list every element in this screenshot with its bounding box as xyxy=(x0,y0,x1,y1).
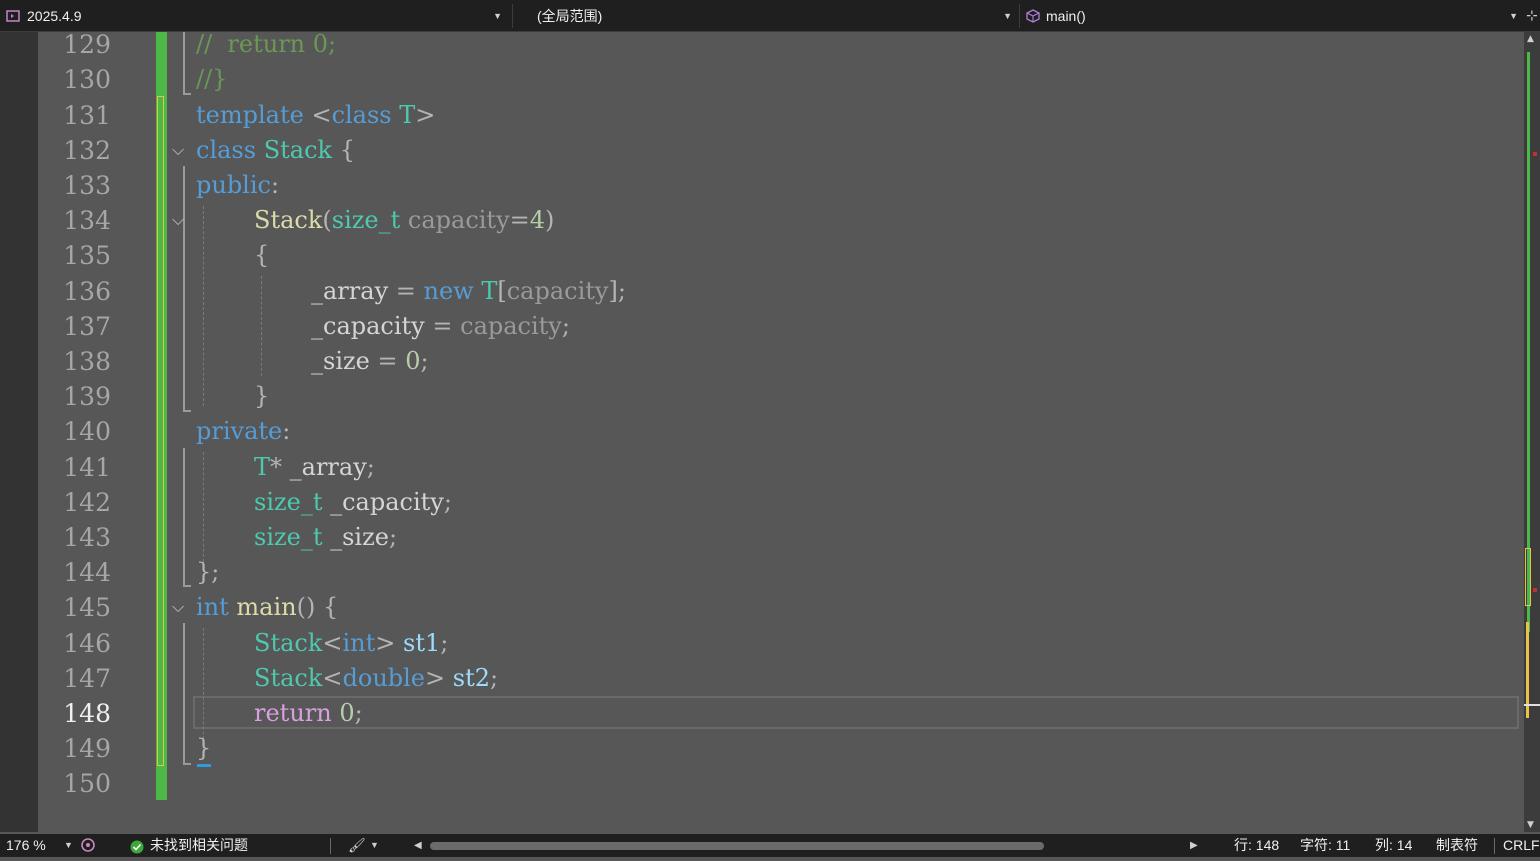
chevron-down-icon: ▼ xyxy=(493,11,502,21)
check-circle-icon xyxy=(130,838,144,854)
line-number: 142 xyxy=(63,488,111,517)
line-number: 132 xyxy=(63,136,111,165)
code-line[interactable]: } xyxy=(254,379,269,414)
line-number: 137 xyxy=(63,312,111,341)
code-line[interactable]: // return 0; xyxy=(196,27,336,62)
line-number: 131 xyxy=(63,101,111,130)
code-line[interactable]: _array = new T[capacity]; xyxy=(311,274,626,309)
code-line[interactable]: size_t _size; xyxy=(254,520,397,555)
indent-guide xyxy=(203,206,204,406)
scope-dropdown[interactable]: (全局范围) ▼ xyxy=(512,4,1018,28)
line-indicator[interactable]: 行: 148 xyxy=(1234,834,1279,857)
text-caret xyxy=(197,764,211,767)
line-number: 145 xyxy=(63,593,111,622)
code-cleanup-brush-icon[interactable]: 🖌 xyxy=(348,834,366,857)
code-line[interactable]: Stack<int> st1; xyxy=(254,626,448,661)
code-line[interactable]: //} xyxy=(196,62,227,97)
line-number-active: 148 xyxy=(63,699,111,728)
scrollbar-change-marker xyxy=(1527,52,1530,632)
code-line-active[interactable]: return 0; xyxy=(254,696,363,731)
code-line[interactable]: _size = 0; xyxy=(311,344,429,379)
outline-guide xyxy=(183,585,191,587)
editor-status-bar: 176 % ▼ 未找到相关问题 🖌 ▼ ◀ ▶ 行: 148 字符: 11 列:… xyxy=(0,834,1540,857)
outline-guide xyxy=(183,93,191,95)
project-label: 2025.4.9 xyxy=(27,8,82,24)
chevron-down-icon[interactable]: ▼ xyxy=(370,834,379,857)
code-line[interactable]: }; xyxy=(196,555,219,590)
split-window-icon[interactable]: ⊹ xyxy=(1526,6,1540,26)
method-cube-icon xyxy=(1026,9,1040,23)
outline-guide xyxy=(183,410,191,412)
divider xyxy=(1494,838,1495,854)
line-number: 141 xyxy=(63,453,111,482)
code-line[interactable]: Stack<double> st2; xyxy=(254,661,498,696)
line-number: 135 xyxy=(63,241,111,270)
scroll-left-arrow-icon[interactable]: ◀ xyxy=(414,834,422,857)
unsaved-changes-marker xyxy=(156,96,167,766)
code-line[interactable]: class Stack { xyxy=(196,133,355,168)
chevron-down-icon: ▼ xyxy=(1509,11,1518,21)
horizontal-scrollbar-thumb[interactable] xyxy=(430,842,1044,850)
code-line[interactable]: private: xyxy=(196,414,290,449)
line-number: 136 xyxy=(63,277,111,306)
line-ending[interactable]: CRLF xyxy=(1503,834,1540,857)
zoom-level[interactable]: 176 % xyxy=(6,834,46,857)
collapse-chevron-icon[interactable]: ⌵ xyxy=(172,210,192,230)
scrollbar-unsaved-marker xyxy=(1525,548,1531,606)
code-line[interactable]: public: xyxy=(196,168,279,203)
line-number: 139 xyxy=(63,382,111,411)
current-line-highlight xyxy=(193,696,1519,729)
outline-guide xyxy=(183,32,185,94)
line-number: 130 xyxy=(63,65,111,94)
indicator-margin xyxy=(0,32,38,832)
divider xyxy=(330,838,331,854)
line-number: 133 xyxy=(63,171,111,200)
line-number: 144 xyxy=(63,558,111,587)
indent-guide xyxy=(261,276,262,376)
code-line[interactable]: template <class T> xyxy=(196,98,435,133)
issues-status[interactable]: 未找到相关问题 xyxy=(150,834,248,857)
scrollbar-error-marker xyxy=(1533,588,1537,592)
code-line[interactable]: size_t _capacity; xyxy=(254,485,452,520)
line-number: 149 xyxy=(63,734,111,763)
indent-guide xyxy=(203,452,204,562)
scroll-up-arrow-icon[interactable]: ▲ xyxy=(1527,34,1534,44)
vertical-scrollbar[interactable]: ▲ ▼ xyxy=(1524,32,1540,832)
outline-guide xyxy=(183,448,185,586)
line-number: 150 xyxy=(63,769,111,798)
scrollbar-error-marker xyxy=(1533,152,1537,156)
line-number: 140 xyxy=(63,417,111,446)
code-line[interactable]: T* _array; xyxy=(254,450,375,485)
column-indicator[interactable]: 列: 14 xyxy=(1375,834,1412,857)
scrollbar-caret-marker xyxy=(1524,704,1540,706)
outline-guide xyxy=(183,623,185,764)
code-line[interactable]: Stack(size_t capacity=4) xyxy=(254,203,554,238)
outline-guide xyxy=(183,166,185,411)
project-dropdown[interactable]: 2025.4.9 ▼ xyxy=(0,4,508,28)
line-number: 143 xyxy=(63,523,111,552)
scroll-down-arrow-icon[interactable]: ▼ xyxy=(1527,820,1534,830)
member-label: main() xyxy=(1046,8,1086,24)
line-number: 146 xyxy=(63,629,111,658)
project-icon xyxy=(6,10,20,22)
line-number: 129 xyxy=(63,30,111,59)
scroll-right-arrow-icon[interactable]: ▶ xyxy=(1190,834,1198,857)
collapse-chevron-icon[interactable]: ⌵ xyxy=(172,597,192,617)
outline-guide xyxy=(183,763,191,765)
line-number: 147 xyxy=(63,664,111,693)
copilot-icon[interactable] xyxy=(80,837,96,853)
code-line[interactable]: _capacity = capacity; xyxy=(311,309,570,344)
code-line[interactable]: int main() { xyxy=(196,590,338,625)
line-number: 138 xyxy=(63,347,111,376)
member-dropdown[interactable]: main() ▼ xyxy=(1019,4,1524,28)
char-indicator[interactable]: 字符: 11 xyxy=(1300,834,1350,857)
code-line[interactable]: { xyxy=(254,238,269,273)
indentation-mode[interactable]: 制表符 xyxy=(1436,834,1478,857)
collapse-chevron-icon[interactable]: ⌵ xyxy=(172,140,192,160)
code-line[interactable]: } xyxy=(196,731,211,766)
scope-label: (全局范围) xyxy=(537,8,603,24)
line-number: 134 xyxy=(63,206,111,235)
chevron-down-icon: ▼ xyxy=(1003,11,1012,21)
zoom-dropdown-icon[interactable]: ▼ xyxy=(64,834,73,857)
